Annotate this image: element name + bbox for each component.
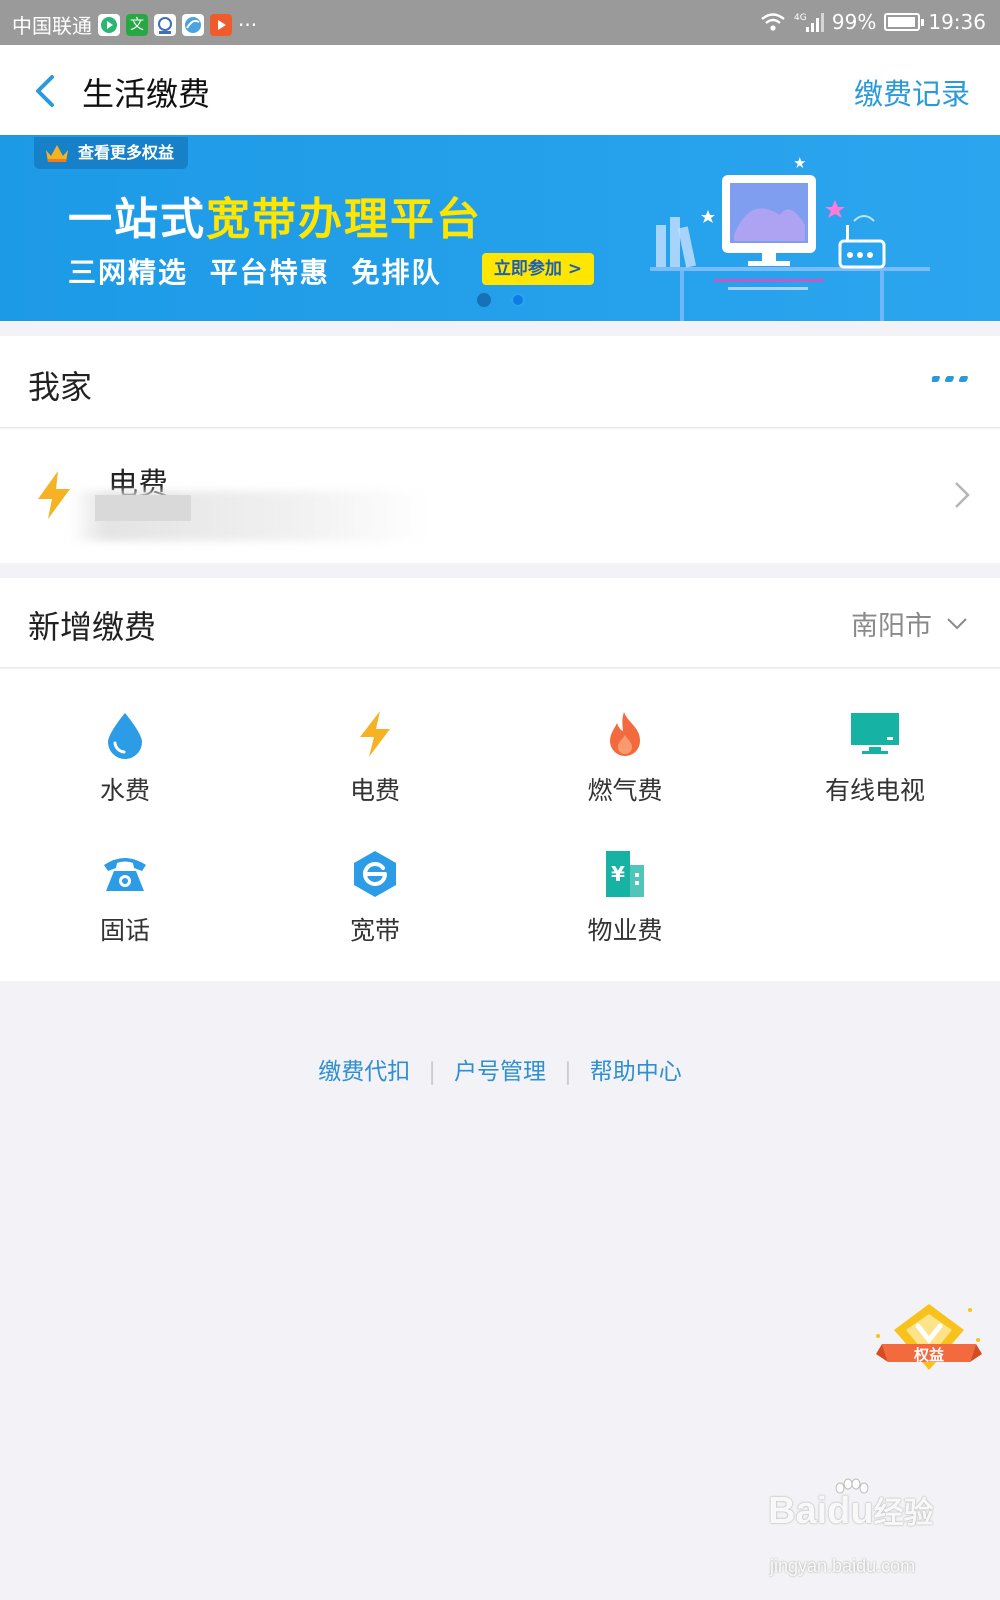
battery-percent: 99% (831, 10, 877, 34)
new-payment-title: 新增缴费 (28, 608, 157, 646)
join-now-button[interactable]: 立即参加 > (482, 253, 594, 285)
chevron-right-icon (955, 482, 970, 508)
view-more-benefits-tag[interactable]: 查看更多权益 (34, 137, 189, 169)
paw-icon (835, 1478, 869, 1494)
carrier-label: 中国联通 (12, 14, 92, 38)
payment-type-grid: 水费 电费 燃气费 有线电视 固话 宽带 ¥ 物业费 (0, 669, 1000, 981)
tile-label: 物业费 (587, 916, 663, 945)
tv-icon (851, 713, 899, 754)
help-center-link[interactable]: 帮助中心 (572, 1052, 700, 1086)
page-title: 生活缴费 (82, 75, 211, 113)
property-fee-tile[interactable]: ¥ 物业费 (500, 809, 750, 945)
back-arrow-icon (36, 75, 54, 107)
more-options-icon[interactable] (932, 372, 972, 386)
lightning-icon (360, 711, 390, 757)
svg-text:¥: ¥ (611, 862, 625, 886)
banner-subtitle: 三网精选 平台特惠 免排队 (68, 256, 442, 289)
auto-deduct-link[interactable]: 缴费代扣 (300, 1052, 428, 1086)
chevron-down-icon (947, 617, 967, 629)
browser-app-icon (182, 13, 204, 36)
new-payment-header: 新增缴费 南阳市 (0, 578, 1000, 668)
video-app-icon (98, 13, 120, 36)
city-name: 南阳市 (851, 611, 932, 642)
benefits-label: 权益 (913, 1346, 944, 1364)
banner-pagination (477, 293, 525, 307)
app-header: 生活缴费 缴费记录 (0, 45, 1000, 135)
banner-title: 一站式宽带办理平台 (68, 194, 482, 245)
signal-icon: 4G (794, 13, 824, 32)
tile-label: 燃气费 (587, 776, 663, 805)
map-app-icon (154, 13, 176, 36)
status-bar: 中国联通 文 ··· 4G 99% 19:36 (0, 0, 1000, 45)
divider: | (564, 1059, 572, 1085)
footer-links: 缴费代扣 | 户号管理 | 帮助中心 (0, 1052, 1000, 1086)
divider: | (428, 1059, 436, 1085)
electricity-bill-row[interactable]: 电费 (0, 429, 1000, 563)
gas-fee-tile[interactable]: 燃气费 (500, 669, 750, 805)
benefits-floating-badge[interactable]: 权益 (874, 1300, 984, 1400)
blurred-account-number (95, 495, 191, 521)
landline-tile[interactable]: 固话 (0, 809, 250, 945)
my-home-header: 我家 (0, 336, 1000, 428)
computer-illustration (650, 157, 930, 321)
tile-label: 水费 (99, 776, 150, 805)
city-selector[interactable]: 南阳市 (851, 604, 968, 643)
broadband-tile[interactable]: 宽带 (250, 809, 500, 945)
crown-icon (46, 145, 68, 162)
document-app-icon: 文 (126, 13, 148, 36)
my-home-title: 我家 (28, 368, 93, 406)
tile-label: 有线电视 (824, 776, 925, 805)
back-button[interactable] (28, 69, 68, 111)
tile-label: 宽带 (349, 916, 400, 945)
tile-label: 电费 (349, 776, 400, 805)
tile-label: 固话 (99, 916, 150, 945)
play-app-icon (210, 13, 232, 36)
battery-icon (884, 13, 925, 31)
more-notifications: ··· (238, 12, 258, 37)
promo-banner[interactable]: 查看更多权益 一站式宽带办理平台 三网精选 平台特惠 免排队 立即参加 > (0, 135, 1000, 321)
broadband-icon (354, 851, 396, 897)
pagination-dot[interactable] (477, 293, 491, 307)
water-fee-tile[interactable]: 水费 (0, 669, 250, 805)
lightning-icon (38, 471, 70, 519)
pagination-dot-active[interactable] (511, 293, 525, 307)
electricity-fee-tile[interactable]: 电费 (250, 669, 500, 805)
account-management-link[interactable]: 户号管理 (436, 1052, 564, 1086)
payment-records-link[interactable]: 缴费记录 (854, 71, 970, 113)
flame-icon (610, 712, 640, 756)
telephone-icon (104, 858, 146, 891)
wifi-icon (761, 13, 785, 31)
water-drop-icon (108, 713, 142, 759)
building-icon: ¥ (606, 851, 644, 897)
watermark-url: jingyan.baidu.com (770, 1556, 916, 1576)
cable-tv-tile[interactable]: 有线电视 (750, 669, 1000, 805)
clock: 19:36 (928, 10, 986, 34)
svg-text:4G: 4G (794, 13, 807, 23)
